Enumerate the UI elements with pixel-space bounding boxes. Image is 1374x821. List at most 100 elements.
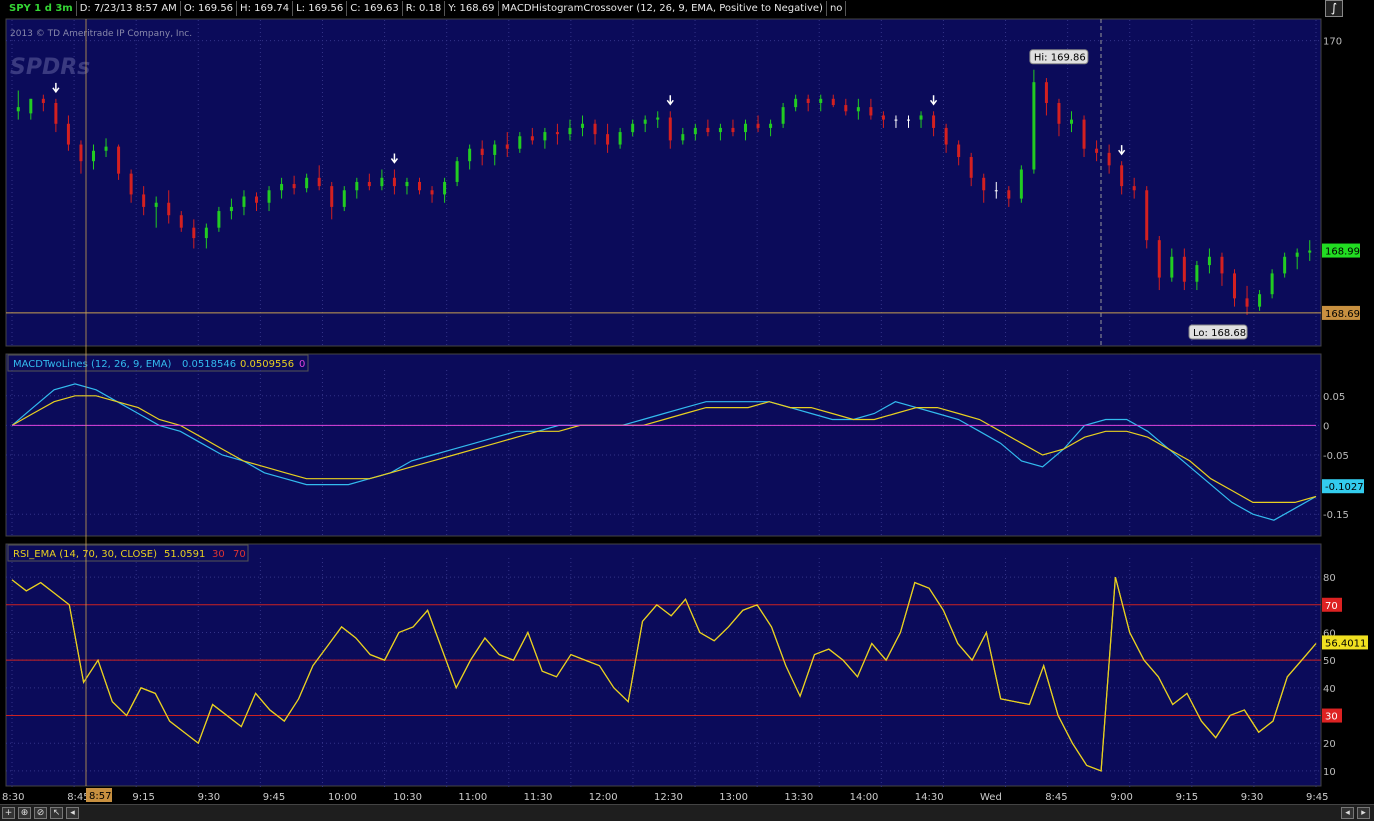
macd-axis-label: -0.15 [1323,510,1349,521]
price-candle-body [367,181,371,187]
chart-window: SPY 1 d 3m D: 7/23/13 8:57 AM O: 169.56 … [0,0,1374,821]
price-candle-body [1170,256,1174,278]
macd-study-label[interactable]: MACDTwoLines (12, 26, 9, EMA) 0.0518546 … [7,354,309,372]
rsi-panel[interactable] [5,543,1322,787]
scroll-left-icon[interactable]: ◂ [66,807,79,819]
price-candle-body [631,123,635,133]
price-candle-body [179,215,183,228]
time-axis-label: 8:30 [2,792,24,803]
price-candle-body [1120,165,1124,187]
time-axis-label: 10:00 [328,792,357,803]
time-axis-label: 8:45 [1045,792,1067,803]
macd-value-2: 0.0509556 [240,359,294,370]
price-candle-body [957,144,961,158]
price-candle-body [380,177,384,187]
time-axis-label: 9:15 [132,792,154,803]
price-candle-body [831,98,835,106]
time-axis-label: 11:00 [458,792,487,803]
price-candle-body [1132,186,1136,191]
price-candle-body [656,117,660,120]
rsi-level-text: 30 [1325,712,1338,723]
price-candle-body [769,123,773,128]
price-candle-body [242,196,246,207]
price-candle-body [1007,190,1011,199]
price-candle-body [167,202,171,216]
price-candle-body [342,190,346,207]
price-candle-body [1233,273,1236,299]
rsi-value-2: 30 [212,549,225,560]
price-candle-body [618,132,622,145]
rsi-current-text: 56.4011 [1325,638,1366,649]
price-candle-body [142,194,146,207]
price-candle-body [543,132,547,141]
price-candle-body [129,173,133,195]
zoom-in-icon[interactable]: + [2,807,15,819]
time-axis-label: 14:30 [915,792,944,803]
scroll-forward-icon[interactable]: ▸ [1357,807,1370,819]
rsi-axis-label: 50 [1323,656,1336,667]
time-axis-label: 9:45 [1306,792,1328,803]
price-candle-body [255,196,258,203]
price-candle-body [267,190,271,203]
price-candle-body [1207,256,1211,266]
price-candle-body [568,127,572,135]
price-candle-body [668,117,672,141]
rsi-title: RSI_EMA (14, 70, 30, CLOSE) [13,549,157,560]
price-candle-body [280,184,284,191]
hi-label-text: Hi: 169.86 [1034,53,1086,64]
price-candle-body [66,123,70,145]
price-candle-body [806,98,810,103]
copyright-text: 2013 © TD Ameritrade IP Company, Inc. [10,29,192,39]
price-candle-body [54,102,58,124]
price-candle-body [292,184,296,189]
price-candle-body [1057,102,1061,124]
rsi-study-label[interactable]: RSI_EMA (14, 70, 30, CLOSE) 51.0591 30 7… [7,544,249,562]
price-candle-body [731,127,735,133]
price-candle-body [204,227,208,239]
rsi-value-3: 70 [233,549,246,560]
price-candle-body [907,119,910,121]
macd-value-3: 0 [299,359,305,370]
price-axis-label: 170 [1323,37,1342,48]
price-candle-body [881,115,885,120]
price-candle-body [744,123,747,133]
price-candle-body [894,119,898,121]
price-candle-body [355,181,359,191]
crosshair-icon[interactable]: ⊕ [18,807,31,819]
price-candle-body [932,115,936,128]
chart-svg[interactable]: 2013 © TD Ameritrade IP Company, Inc. SP… [0,0,1374,804]
price-candle-body [41,98,45,103]
price-candle-body [480,148,484,155]
rsi-axis-label: 40 [1323,684,1336,695]
price-candle-body [430,190,434,195]
price-candle-body [1019,169,1023,199]
price-candle-body [217,211,221,228]
rsi-axis-label: 20 [1323,739,1336,750]
price-panel[interactable] [5,18,1322,347]
time-axis-label: 9:30 [198,792,220,803]
price-candle-body [1245,298,1249,307]
pointer-icon[interactable]: ↖ [50,807,63,819]
price-candle-body [1270,273,1274,295]
price-candle-body [1195,265,1199,282]
price-candle-body [1295,252,1299,257]
price-candle-body [1107,152,1111,166]
price-candle-body [229,206,233,212]
scroll-back-icon[interactable]: ◂ [1341,807,1354,819]
rsi-value-1: 51.0591 [164,549,205,560]
price-candle-body [1095,148,1099,153]
price-candle-body [192,227,196,239]
cancel-icon[interactable]: ⊘ [34,807,47,819]
macd-value-1: 0.0518546 [182,359,236,370]
price-candle-body [944,127,948,145]
price-candle-body [844,105,848,112]
price-candle-body [969,157,973,178]
price-candle-body [1182,256,1186,282]
macd-panel[interactable] [5,353,1322,537]
price-candle-body [593,123,597,135]
price-candle-body [392,177,396,187]
price-candle-body [493,144,497,155]
price-candle-body [530,136,534,141]
price-candle-body [154,202,158,207]
time-axis-label: 13:30 [784,792,813,803]
